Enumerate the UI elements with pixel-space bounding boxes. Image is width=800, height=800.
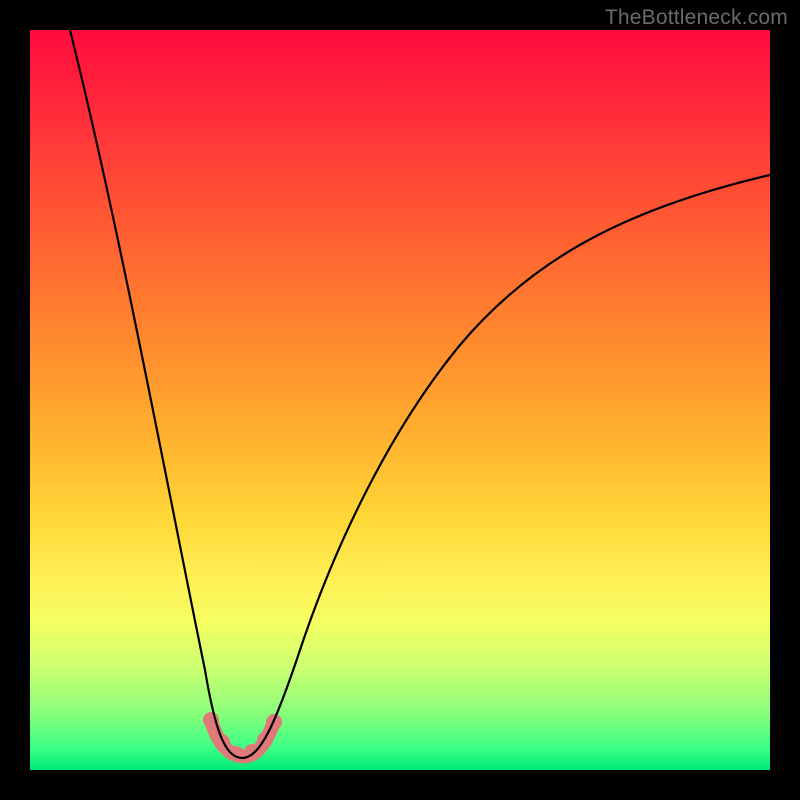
chart-frame: TheBottleneck.com — [0, 0, 800, 800]
chart-svg — [30, 30, 770, 770]
bottleneck-curve-line — [70, 30, 770, 758]
chart-plot-area — [30, 30, 770, 770]
watermark-text: TheBottleneck.com — [605, 6, 788, 30]
